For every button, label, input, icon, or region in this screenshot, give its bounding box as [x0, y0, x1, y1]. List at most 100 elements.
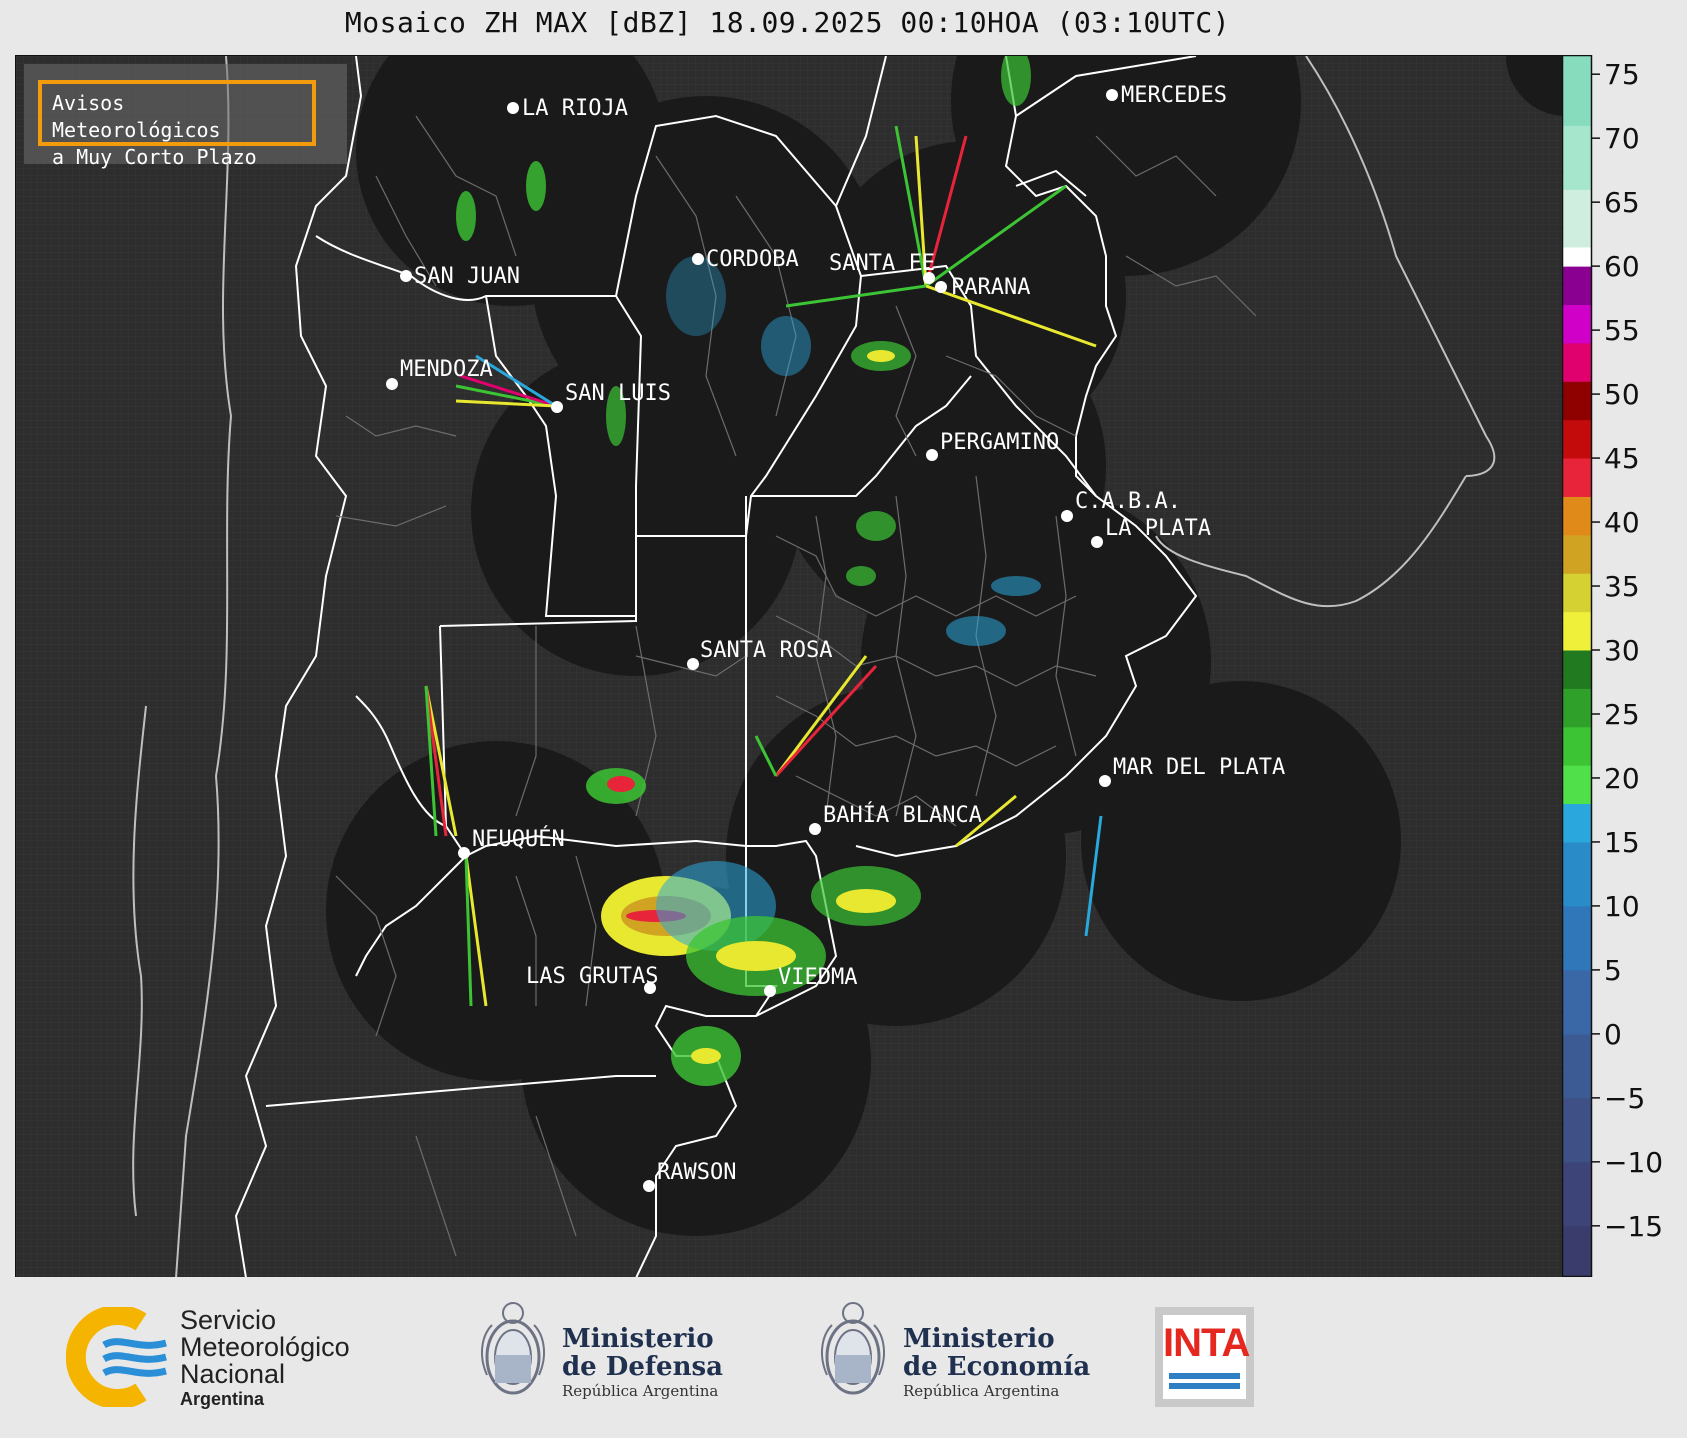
economia-wordmark: Ministerio de Economía República Argenti…	[903, 1325, 1090, 1401]
coat-of-arms-icon	[480, 1302, 546, 1395]
inta-logo: INTA	[1155, 1307, 1254, 1407]
inta-wordmark: INTA	[1163, 1321, 1250, 1365]
defensa-line-2: de Defensa	[562, 1352, 723, 1382]
colorbar-band	[1562, 688, 1592, 728]
colorbar-tick-label: −15	[1604, 1210, 1663, 1243]
colorbar-band	[1562, 246, 1592, 267]
city-marker-icon	[809, 823, 821, 835]
footer-logos: Servicio Meteorológico Nacional Argentin…	[0, 1277, 1687, 1438]
city-marker-icon	[1106, 89, 1118, 101]
city-label: LA PLATA	[1105, 516, 1211, 541]
city-marker-icon	[926, 449, 938, 461]
colorbar-tick-label: 45	[1604, 442, 1640, 475]
city-label: PERGAMINO	[940, 430, 1059, 455]
city-label: MENDOZA	[400, 357, 493, 382]
city-label: RAWSON	[657, 1160, 736, 1185]
city-label: SANTA ROSA	[700, 638, 832, 663]
city-marker-icon	[687, 658, 699, 670]
colorbar-band	[1562, 496, 1592, 536]
colorbar-band	[1562, 611, 1592, 651]
colorbar-tick-label: 40	[1604, 506, 1640, 539]
inta-logo-inner: INTA	[1163, 1315, 1250, 1399]
notice-panel: Avisos Meteorológicos a Muy Corto Plazo	[24, 64, 347, 169]
city-marker-icon	[400, 270, 412, 282]
city-label: PARANA	[951, 275, 1030, 300]
colorbar-band	[1562, 726, 1592, 766]
map-title: Mosaico ZH MAX [dBZ] 18.09.2025 00:10HOA…	[344, 6, 1231, 39]
colorbar-band	[1562, 1033, 1592, 1099]
colorbar-band	[1562, 534, 1592, 574]
defensa-line-1: Ministerio	[562, 1324, 714, 1354]
smn-line-2: Meteorológico	[180, 1332, 350, 1362]
economia-line-1: Ministerio	[903, 1324, 1055, 1354]
city-label: C.A.B.A.	[1075, 489, 1181, 514]
city-label: SAN LUIS	[565, 381, 671, 406]
colorbar-band	[1562, 381, 1592, 421]
colorbar-band	[1562, 55, 1592, 126]
notice-box[interactable]: Avisos Meteorológicos a Muy Corto Plazo	[38, 80, 316, 169]
colorbar-band	[1562, 189, 1592, 248]
radar-map-canvas[interactable]: LA RIOJA MERCEDES CORDOBA SAN JUAN SANTA FE P…	[16, 56, 1563, 1278]
city-marker-icon	[764, 985, 776, 997]
city-marker-icon	[458, 847, 470, 859]
inta-stripe	[1169, 1383, 1240, 1389]
colorbar-bands	[1562, 55, 1592, 1277]
defensa-sub: República Argentina	[562, 1382, 719, 1400]
city-label: LA RIOJA	[522, 96, 628, 121]
city-label: VIEDMA	[778, 965, 857, 990]
city-marker-icon	[692, 253, 704, 265]
colorbar-band	[1562, 765, 1592, 805]
city-label: SANTA FE	[829, 251, 935, 276]
smn-wordmark: Servicio Meteorológico Nacional Argentin…	[180, 1307, 350, 1410]
colorbar-tick-label: −5	[1604, 1082, 1645, 1115]
colorbar-band	[1562, 1161, 1592, 1227]
colorbar-band	[1562, 969, 1592, 1035]
economia-sub: República Argentina	[903, 1382, 1060, 1400]
colorbar-tick-label: 25	[1604, 698, 1640, 731]
economia-line-2: de Economía	[903, 1352, 1091, 1382]
colorbar-tick-label: 75	[1604, 58, 1640, 91]
colorbar-band	[1562, 841, 1592, 907]
colorbar-band	[1562, 650, 1592, 689]
notice-line-2: a Muy Corto Plazo	[52, 145, 257, 169]
smn-logo-icon	[66, 1307, 167, 1407]
city-label: BAHÍA BLANCA	[823, 802, 982, 828]
colorbar-band	[1562, 1225, 1592, 1277]
colorbar-band	[1562, 905, 1592, 971]
city-marker-icon	[643, 1180, 655, 1192]
city-label: SAN JUAN	[414, 264, 520, 289]
colorbar-band	[1562, 125, 1592, 190]
colorbar-tick-label: 70	[1604, 122, 1640, 155]
colorbar-tick-label: 5	[1604, 954, 1622, 987]
colorbar-tick-label: 35	[1604, 570, 1640, 603]
smn-line-3: Nacional	[180, 1359, 286, 1389]
colorbar-tick-label: 30	[1604, 634, 1640, 667]
colorbar-band	[1562, 342, 1592, 382]
city-label: LAS GRUTAS	[526, 964, 658, 989]
city-label: MERCEDES	[1121, 83, 1227, 108]
city-marker-icon	[551, 401, 563, 413]
coat-of-arms-icon	[820, 1302, 886, 1395]
city-marker-icon	[386, 378, 398, 390]
colorbar-band	[1562, 419, 1592, 459]
colorbar-ticks: 757065605550454035302520151050−5−10−15	[1592, 58, 1663, 1243]
smn-line-1: Servicio	[180, 1305, 277, 1335]
smn-country: Argentina	[180, 1389, 265, 1409]
colorbar-band	[1562, 304, 1592, 344]
city-marker-icon	[1091, 536, 1103, 548]
colorbar: 757065605550454035302520151050−5−10−15	[1562, 55, 1663, 1277]
colorbar-band	[1562, 458, 1592, 497]
radar-map[interactable]: LA RIOJA MERCEDES CORDOBA SAN JUAN SANTA FE P…	[15, 55, 1564, 1279]
colorbar-tick-label: 65	[1604, 186, 1640, 219]
colorbar-band	[1562, 266, 1592, 306]
colorbar-tick-label: 50	[1604, 378, 1640, 411]
colorbar-tick-label: 10	[1604, 890, 1640, 923]
colorbar-tick-label: 20	[1604, 762, 1640, 795]
city-marker-icon	[935, 281, 947, 293]
colorbar-tick-label: 0	[1604, 1018, 1622, 1051]
city-label: CORDOBA	[706, 247, 799, 272]
inta-stripe	[1169, 1373, 1240, 1379]
colorbar-band	[1562, 1097, 1592, 1163]
city-marker-icon	[507, 102, 519, 114]
colorbar-tick-label: 15	[1604, 826, 1640, 859]
